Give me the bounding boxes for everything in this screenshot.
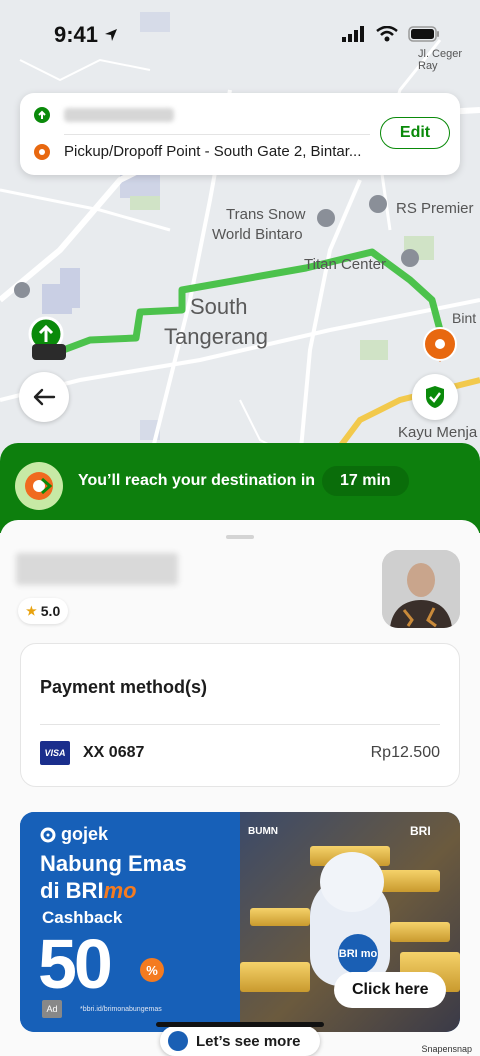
mascot-head bbox=[320, 852, 384, 912]
payment-title: Payment method(s) bbox=[40, 677, 208, 697]
rating-value: 5.0 bbox=[40, 603, 61, 619]
map-label-bint: Bint bbox=[452, 310, 477, 326]
battery-icon bbox=[408, 26, 439, 42]
eta-minutes: 17 min bbox=[322, 466, 409, 496]
safety-button[interactable] bbox=[412, 374, 458, 420]
route-card[interactable]: Pickup/Dropoff Point - South Gate 2, Bin… bbox=[20, 93, 460, 175]
promo-percent-sign: % bbox=[140, 958, 164, 982]
bumn-logo: BUMN bbox=[248, 826, 278, 837]
driver-rating: ★ 5.0 bbox=[18, 598, 69, 624]
location-arrow-icon bbox=[105, 29, 117, 41]
arrow-left-icon bbox=[33, 388, 56, 406]
back-button[interactable] bbox=[19, 372, 69, 422]
map-label-kayu-menja: Kayu Menja bbox=[398, 424, 478, 441]
dropoff-dot-icon bbox=[34, 143, 50, 160]
home-indicator[interactable] bbox=[156, 1022, 324, 1027]
star-icon: ★ bbox=[26, 604, 37, 618]
lets-see-more-label: Let’s see more bbox=[196, 1032, 301, 1050]
promo-percent: 50 bbox=[38, 925, 113, 1003]
mascot-badge: BRI mo bbox=[338, 934, 378, 974]
payment-card[interactable]: Payment method(s) VISA XX 0687 Rp12.500 bbox=[20, 643, 460, 787]
status-bar: 9:41 bbox=[0, 0, 480, 70]
status-icons bbox=[342, 26, 440, 42]
click-here-button[interactable]: Click here bbox=[334, 972, 447, 1008]
lets-see-more-button[interactable]: Let’s see more bbox=[160, 1026, 320, 1056]
gojek-icon bbox=[40, 827, 56, 842]
map-label-titan-center: Titan Center bbox=[304, 256, 386, 273]
status-time: 9:41 bbox=[54, 22, 99, 47]
map-label-rs-premier: RS Premier bbox=[396, 200, 474, 217]
map-label-south: South bbox=[190, 294, 248, 319]
driver-name-redacted bbox=[16, 553, 178, 585]
gojek-ride-icon bbox=[15, 462, 63, 510]
signal-icon bbox=[342, 26, 364, 42]
map-label-trans-snow: Trans Snow bbox=[226, 206, 306, 223]
visa-card-icon: VISA bbox=[40, 741, 70, 765]
dropoff-row[interactable]: Pickup/Dropoff Point - South Gate 2, Bin… bbox=[34, 143, 364, 160]
promo-headline: Nabung Emas di BRImo bbox=[40, 851, 187, 903]
shield-check-icon bbox=[426, 386, 444, 408]
pickup-dot-icon bbox=[34, 107, 50, 123]
sheet-handle[interactable] bbox=[226, 535, 254, 539]
pickup-address-redacted bbox=[64, 108, 174, 122]
chevron-up-icon bbox=[168, 1031, 188, 1051]
driver-avatar[interactable] bbox=[382, 550, 460, 628]
edit-route-button[interactable]: Edit bbox=[380, 117, 450, 149]
route-divider bbox=[64, 134, 370, 135]
map-label-world-bintaro: World Bintaro bbox=[212, 226, 303, 243]
card-number: XX 0687 bbox=[83, 744, 145, 761]
bri-logo: BRI bbox=[410, 824, 431, 838]
payment-amount: Rp12.500 bbox=[370, 744, 440, 761]
ad-badge: Ad bbox=[42, 1000, 62, 1018]
payment-divider bbox=[40, 724, 440, 725]
gojek-logo: gojek bbox=[40, 824, 108, 845]
promo-banner[interactable]: gojek Nabung Emas di BRImo Cashback 50 %… bbox=[20, 812, 460, 1032]
pickup-row[interactable] bbox=[34, 107, 174, 123]
driver-photo bbox=[382, 550, 460, 628]
eta-text: You’ll reach your destination in bbox=[78, 472, 316, 489]
dropoff-address: Pickup/Dropoff Point - South Gate 2, Bin… bbox=[64, 143, 362, 160]
car-icon bbox=[32, 344, 66, 360]
promo-url: *bbri.id/brimonabungemas bbox=[80, 1006, 162, 1013]
watermark: Snapensnap bbox=[421, 1044, 472, 1054]
wifi-icon bbox=[376, 26, 398, 42]
map-label-tangerang: Tangerang bbox=[164, 324, 268, 349]
